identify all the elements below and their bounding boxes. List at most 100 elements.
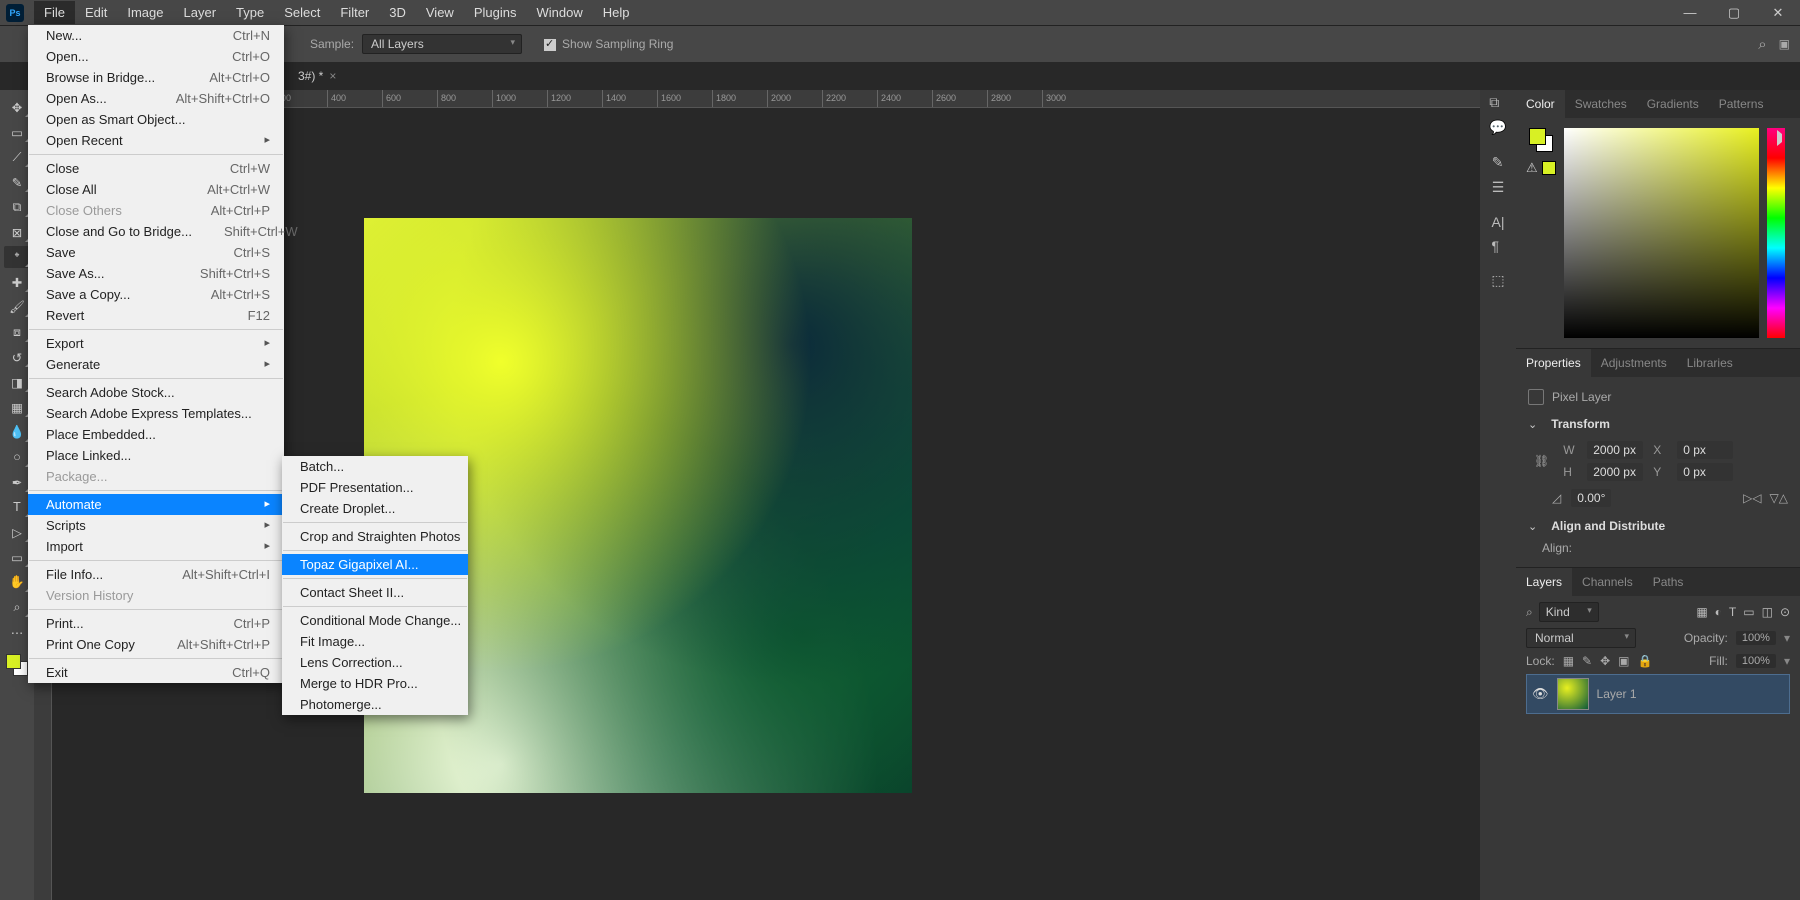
menu-window[interactable]: Window — [526, 1, 592, 24]
menu-help[interactable]: Help — [593, 1, 640, 24]
menu-filter[interactable]: Filter — [330, 1, 379, 24]
menu-item[interactable]: Open Recent — [28, 130, 284, 151]
zoom-tool[interactable]: ⌕ — [4, 596, 30, 618]
tab-layers[interactable]: Layers — [1516, 568, 1572, 596]
menu-item[interactable]: Fit Image... — [282, 631, 468, 652]
layer-row[interactable]: 👁 Layer 1 — [1526, 674, 1790, 714]
workspace-icon[interactable]: ▣ — [1779, 37, 1790, 51]
tab-color[interactable]: Color — [1516, 90, 1565, 118]
menu-plugins[interactable]: Plugins — [464, 1, 527, 24]
tab-adjustments[interactable]: Adjustments — [1591, 349, 1677, 377]
menu-item[interactable]: Open...Ctrl+O — [28, 46, 284, 67]
filter-smart-icon[interactable]: ◫ — [1762, 605, 1773, 619]
layer-filter-kind[interactable]: Kind — [1539, 602, 1599, 622]
visibility-icon[interactable]: 👁 — [1532, 686, 1549, 702]
menu-item[interactable]: Topaz Gigapixel AI... — [282, 554, 468, 575]
menu-item[interactable]: Open As...Alt+Shift+Ctrl+O — [28, 88, 284, 109]
brush-tool[interactable]: 🖌 — [4, 296, 30, 318]
menu-item[interactable]: RevertF12 — [28, 305, 284, 326]
menu-item[interactable]: File Info...Alt+Shift+Ctrl+I — [28, 564, 284, 585]
eyedropper-tool[interactable]: 𝄌 — [4, 246, 30, 268]
menu-item[interactable]: Close AllAlt+Ctrl+W — [28, 179, 284, 200]
adjustments-icon[interactable]: ☰ — [1492, 179, 1505, 196]
menu-type[interactable]: Type — [226, 1, 274, 24]
menu-item[interactable]: Conditional Mode Change... — [282, 610, 468, 631]
hue-slider[interactable] — [1767, 128, 1785, 338]
history-brush-tool[interactable]: ↺ — [4, 346, 30, 368]
layer-thumbnail[interactable] — [1557, 678, 1589, 710]
menu-item[interactable]: Place Linked... — [28, 445, 284, 466]
gradient-tool[interactable]: ▦ — [4, 396, 30, 418]
menu-item[interactable]: Lens Correction... — [282, 652, 468, 673]
filter-shape-icon[interactable]: ▭ — [1743, 605, 1754, 619]
show-sampling-ring-checkbox[interactable] — [544, 39, 556, 51]
frame-tool[interactable]: ⊠ — [4, 221, 30, 243]
document-tab[interactable]: 3#) * × — [290, 65, 344, 87]
type-tool[interactable]: T — [4, 496, 30, 518]
healing-tool[interactable]: ✚ — [4, 271, 30, 293]
menu-item[interactable]: Close and Go to Bridge...Shift+Ctrl+W — [28, 221, 284, 242]
menu-item[interactable]: Batch... — [282, 456, 468, 477]
menu-item[interactable]: Create Droplet... — [282, 498, 468, 519]
tab-libraries[interactable]: Libraries — [1677, 349, 1743, 377]
menu-view[interactable]: View — [416, 1, 464, 24]
fill-field[interactable]: 100% — [1736, 654, 1776, 668]
color-field[interactable] — [1564, 128, 1759, 338]
collapse-icon[interactable]: ⌄ — [1528, 418, 1537, 431]
lock-transparent-icon[interactable]: ▦ — [1563, 654, 1574, 668]
character-icon[interactable]: A| — [1492, 214, 1505, 230]
menu-item[interactable]: ExitCtrl+Q — [28, 662, 284, 683]
menu-item[interactable]: CloseCtrl+W — [28, 158, 284, 179]
path-select-tool[interactable]: ▷ — [4, 521, 30, 543]
menu-item[interactable]: Merge to HDR Pro... — [282, 673, 468, 694]
maximize-button[interactable]: ▢ — [1712, 0, 1756, 25]
edit-toolbar[interactable]: ⋯ — [4, 621, 30, 643]
tab-swatches[interactable]: Swatches — [1565, 90, 1637, 118]
y-field[interactable]: 0 px — [1677, 463, 1733, 481]
tab-gradients[interactable]: Gradients — [1637, 90, 1709, 118]
menu-3d[interactable]: 3D — [379, 1, 416, 24]
lock-all-icon[interactable]: 🔒 — [1638, 654, 1653, 668]
x-field[interactable]: 0 px — [1677, 441, 1733, 459]
dodge-tool[interactable]: ○ — [4, 446, 30, 468]
marquee-tool[interactable]: ▭ — [4, 121, 30, 143]
menu-item[interactable]: Photomerge... — [282, 694, 468, 715]
sample-dropdown[interactable]: All Layers — [362, 34, 522, 54]
move-tool[interactable]: ✥ — [4, 96, 30, 118]
history-icon[interactable]: ⧉ — [1489, 94, 1506, 111]
filter-adjust-icon[interactable]: ◐ — [1715, 605, 1722, 619]
flip-h-icon[interactable]: ▷◁ — [1743, 491, 1761, 505]
collapse-icon[interactable]: ⌄ — [1528, 520, 1537, 533]
brush-settings-icon[interactable]: ✎ — [1492, 154, 1505, 171]
opacity-field[interactable]: 100% — [1736, 631, 1776, 645]
tab-channels[interactable]: Channels — [1572, 568, 1643, 596]
paragraph-icon[interactable]: ¶ — [1492, 238, 1505, 254]
menu-select[interactable]: Select — [274, 1, 330, 24]
menu-item[interactable]: Scripts — [28, 515, 284, 536]
tab-patterns[interactable]: Patterns — [1709, 90, 1774, 118]
menu-item[interactable]: Save a Copy...Alt+Ctrl+S — [28, 284, 284, 305]
menu-item[interactable]: New...Ctrl+N — [28, 25, 284, 46]
filter-type-icon[interactable]: T — [1729, 605, 1736, 619]
menu-item[interactable]: Generate — [28, 354, 284, 375]
hand-tool[interactable]: ✋ — [4, 571, 30, 593]
clone-tool[interactable]: ⧈ — [4, 321, 30, 343]
width-field[interactable]: 2000 px — [1587, 441, 1643, 459]
menu-item[interactable]: Print One CopyAlt+Shift+Ctrl+P — [28, 634, 284, 655]
pen-tool[interactable]: ✒ — [4, 471, 30, 493]
search-icon[interactable]: ⌕ — [1758, 36, 1766, 53]
minimize-button[interactable]: — — [1668, 0, 1712, 25]
height-field[interactable]: 2000 px — [1587, 463, 1643, 481]
menu-item[interactable]: Export — [28, 333, 284, 354]
angle-field[interactable]: 0.00° — [1571, 489, 1611, 507]
menu-file[interactable]: File — [34, 1, 75, 24]
menu-item[interactable]: Crop and Straighten Photos — [282, 526, 468, 547]
color-swatch[interactable] — [6, 654, 28, 676]
link-icon[interactable]: ⛓ — [1528, 454, 1555, 468]
menu-item[interactable]: Search Adobe Stock... — [28, 382, 284, 403]
menu-item[interactable]: Open as Smart Object... — [28, 109, 284, 130]
close-tab-icon[interactable]: × — [329, 69, 336, 83]
lock-position-icon[interactable]: ✥ — [1600, 654, 1610, 668]
filter-pixel-icon[interactable]: ▦ — [1696, 605, 1707, 619]
menu-image[interactable]: Image — [117, 1, 173, 24]
